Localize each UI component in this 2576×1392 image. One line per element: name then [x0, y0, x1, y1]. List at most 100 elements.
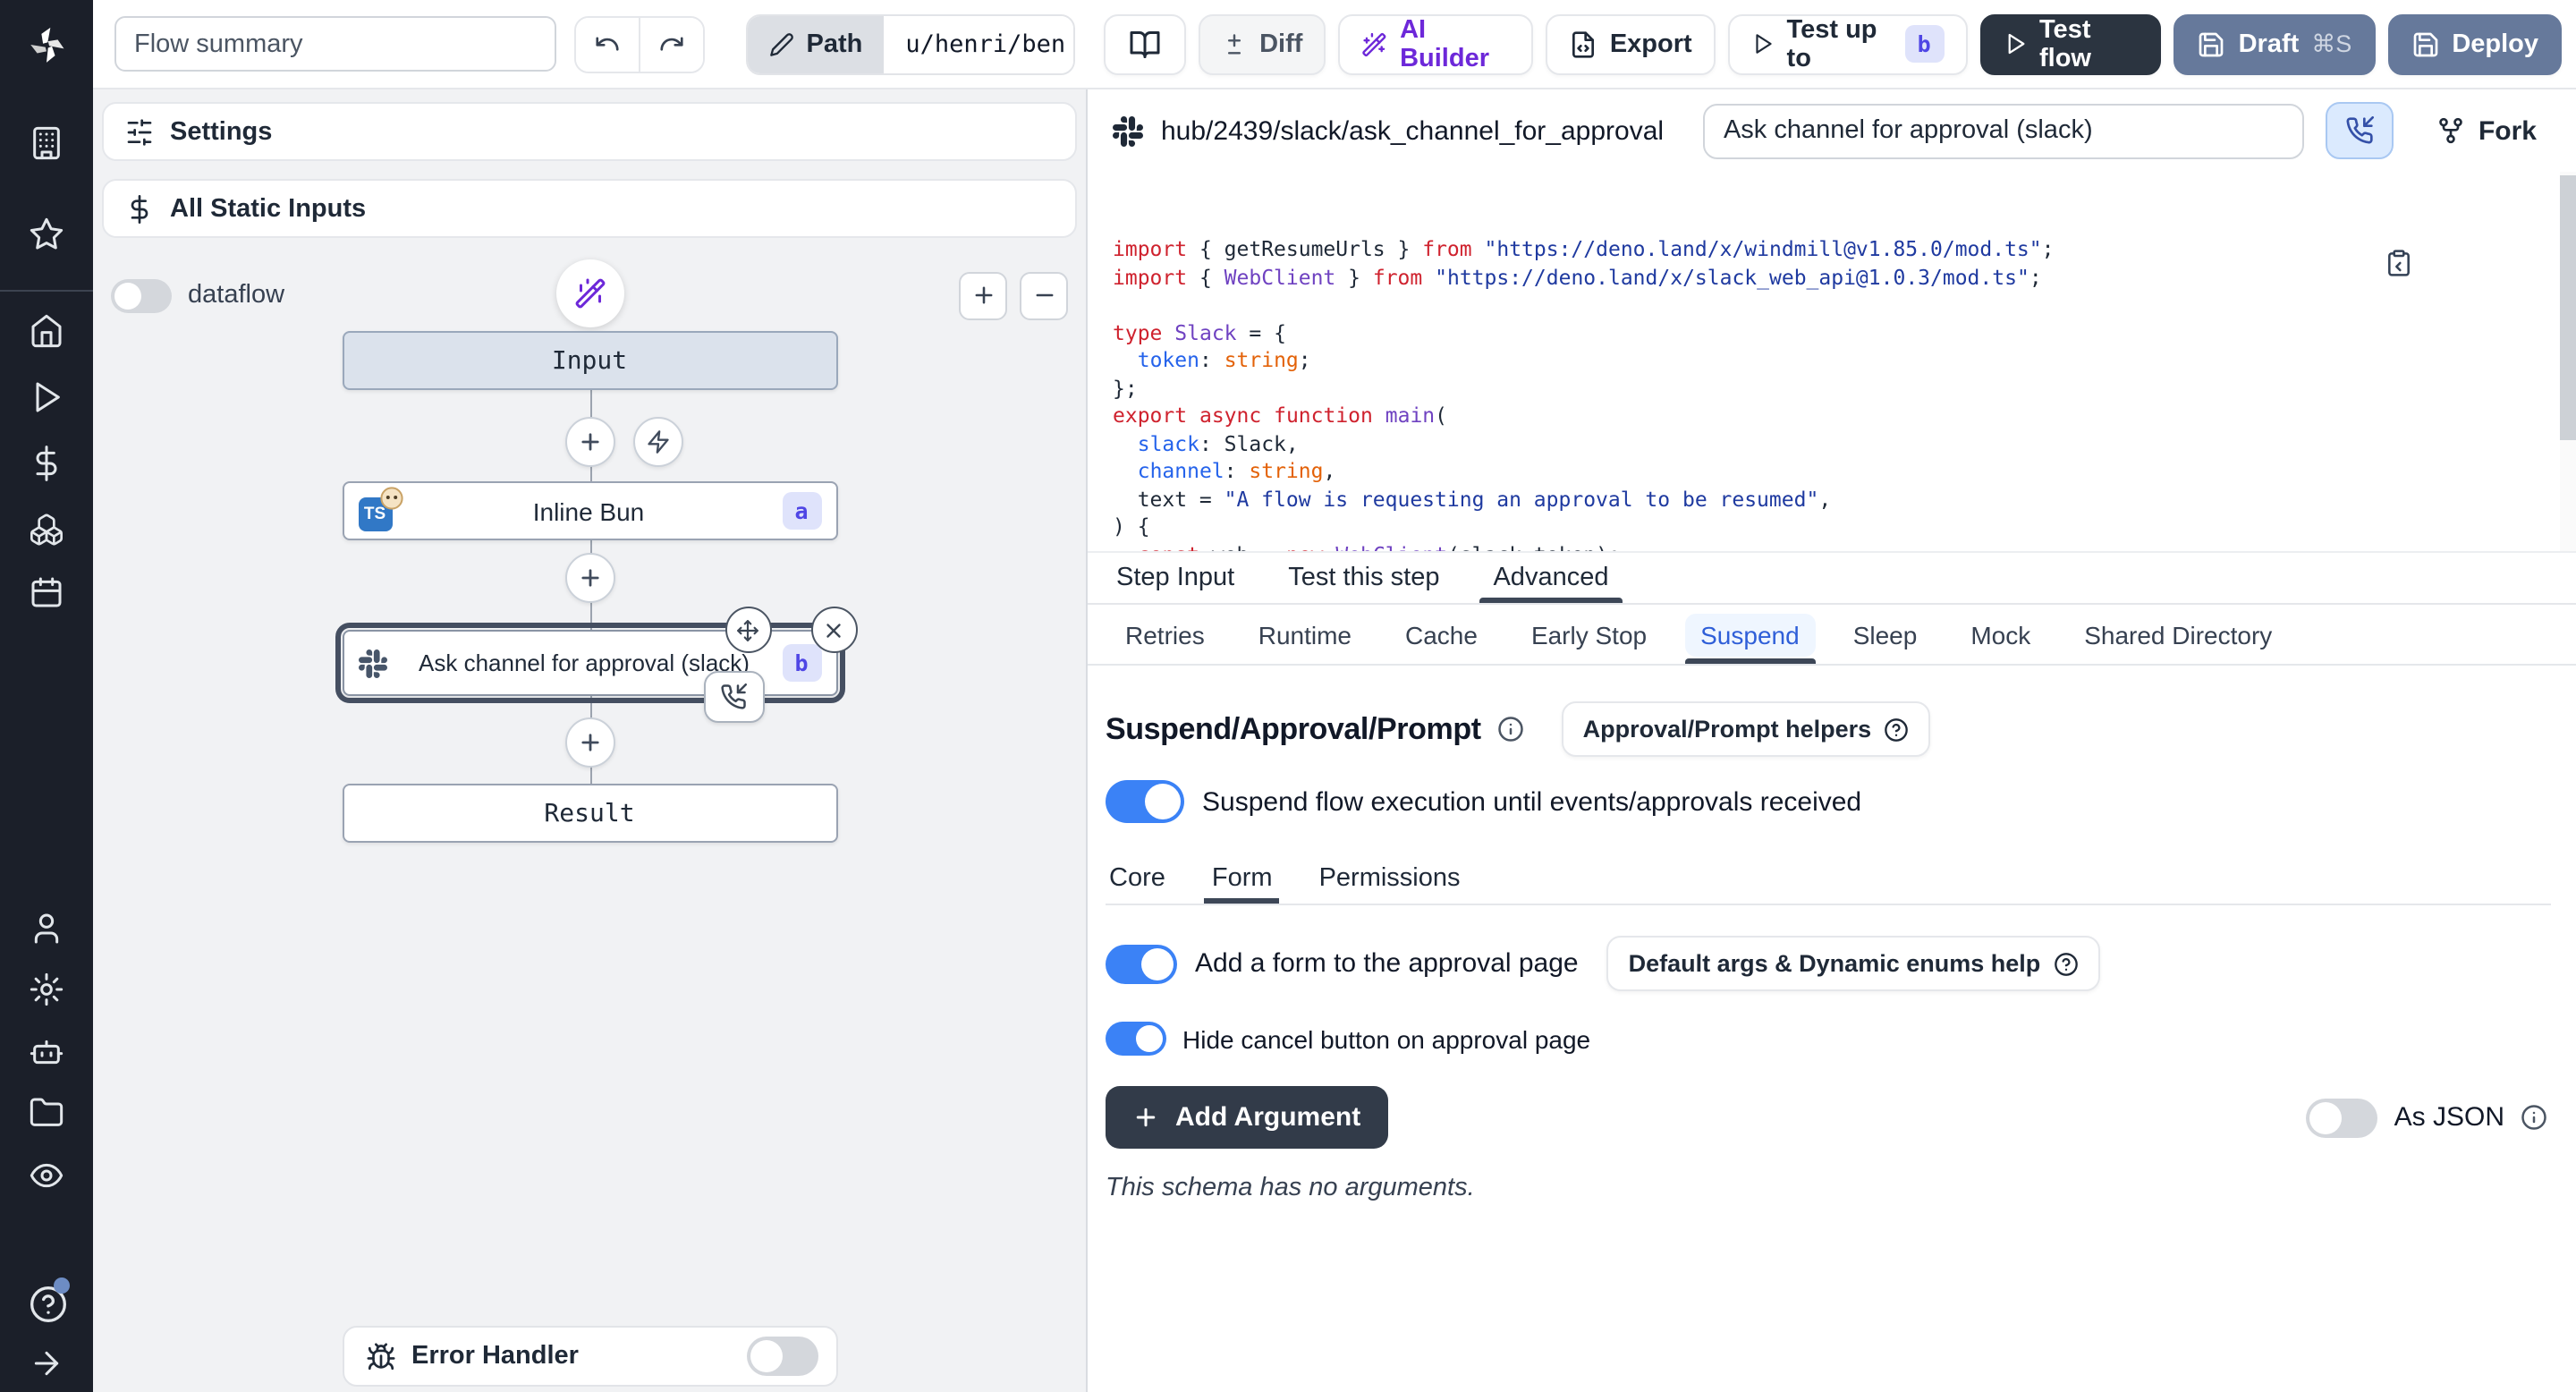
plus-icon	[1132, 1104, 1159, 1131]
undo-button[interactable]	[575, 17, 639, 71]
audit-logs-eye-icon[interactable]	[29, 1158, 64, 1193]
windmill-logo-icon[interactable]	[23, 21, 70, 68]
approval-prompt-helpers-button[interactable]: Approval/Prompt helpers	[1562, 701, 1931, 757]
flow-graph-panel: Settings All Static Inputs dataflow	[93, 89, 1088, 1392]
step-summary-input[interactable]	[1704, 103, 2305, 158]
sub-tab-early-stop[interactable]: Early Stop	[1512, 605, 1666, 664]
all-static-inputs-button[interactable]: All Static Inputs	[102, 179, 1077, 238]
play-icon	[1751, 30, 1775, 57]
add-form-toggle[interactable]	[1106, 944, 1177, 983]
step-tab-test-this-step[interactable]: Test this step	[1284, 553, 1443, 603]
home-icon[interactable]	[29, 313, 64, 349]
hub-script-path: hub/2439/slack/ask_channel_for_approval	[1161, 115, 1664, 146]
workspace-icon[interactable]	[29, 125, 64, 161]
copy-code-icon[interactable]	[2385, 193, 2533, 333]
sub-tab-retries[interactable]: Retries	[1106, 605, 1224, 664]
dataflow-label: dataflow	[188, 281, 284, 310]
dataflow-toggle[interactable]	[111, 278, 172, 312]
flow-settings-label: Settings	[170, 117, 272, 146]
code-scrollbar[interactable]	[2560, 172, 2576, 551]
error-handler-toggle[interactable]	[746, 1337, 818, 1376]
draft-shortcut: ⌘S	[2311, 30, 2351, 58]
add-argument-button[interactable]: Add Argument	[1106, 1086, 1387, 1149]
add-argument-label: Add Argument	[1175, 1102, 1360, 1133]
step-node-a[interactable]: TS Inline Bun a	[342, 481, 837, 540]
zoom-out-button[interactable]	[1020, 271, 1068, 319]
variables-icon[interactable]	[29, 446, 64, 481]
ai-builder-label: AI Builder	[1400, 15, 1510, 72]
path-value[interactable]: u/henri/ben	[884, 15, 1075, 72]
code-editor[interactable]: import { getResumeUrls } from "https://d…	[1088, 172, 2576, 553]
step-detail-panel: hub/2439/slack/ask_channel_for_approval …	[1088, 89, 2576, 1392]
default-args-help-button[interactable]: Default args & Dynamic enums help	[1607, 936, 2100, 991]
hide-cancel-toggle[interactable]	[1106, 1022, 1166, 1056]
export-button[interactable]: Export	[1546, 13, 1716, 74]
expand-sidebar-arrow-icon[interactable]	[29, 1345, 64, 1381]
runs-icon[interactable]	[29, 379, 64, 415]
sub-tab-sleep[interactable]: Sleep	[1834, 605, 1937, 664]
info-icon[interactable]	[1497, 716, 1524, 743]
ai-builder-button[interactable]: AI Builder	[1338, 13, 1532, 74]
fork-button[interactable]: Fork	[2437, 115, 2537, 146]
help-circle-icon	[2053, 951, 2078, 976]
error-handler-card[interactable]: Error Handler	[342, 1326, 837, 1387]
settings-gear-icon[interactable]	[29, 972, 64, 1007]
resources-icon[interactable]	[29, 512, 64, 547]
play-icon	[2003, 30, 2027, 57]
inner-tab-core[interactable]: Core	[1109, 853, 1165, 904]
redo-button[interactable]	[639, 17, 702, 71]
book-open-icon	[1129, 28, 1161, 60]
diff-button[interactable]: Diff	[1199, 13, 1326, 74]
inner-tab-permissions[interactable]: Permissions	[1319, 853, 1461, 904]
test-up-to-button[interactable]: Test up to b	[1728, 13, 1968, 74]
sub-tab-cache[interactable]: Cache	[1385, 605, 1497, 664]
sub-tab-shared-directory[interactable]: Shared Directory	[2064, 605, 2292, 664]
folders-icon[interactable]	[29, 1095, 64, 1131]
add-step-button-2[interactable]	[564, 553, 614, 603]
code-line: import { getResumeUrls } from "https://d…	[1113, 236, 2526, 264]
users-icon[interactable]	[29, 911, 64, 946]
deploy-button[interactable]: Deploy	[2387, 13, 2562, 74]
step-tab-step-input[interactable]: Step Input	[1113, 553, 1238, 603]
zoom-in-button[interactable]	[959, 271, 1007, 319]
suspend-indicator-button[interactable]	[2326, 102, 2394, 159]
sub-tab-suspend[interactable]: Suspend	[1681, 605, 1819, 664]
suspend-phone-badge[interactable]	[703, 671, 764, 723]
favorites-star-icon[interactable]	[29, 216, 64, 252]
flow-summary-input[interactable]	[114, 16, 555, 72]
phone-incoming-icon	[720, 683, 747, 710]
draft-button[interactable]: Draft ⌘S	[2174, 13, 2376, 74]
workers-icon[interactable]	[29, 1034, 64, 1070]
approval-prompt-helpers-label: Approval/Prompt helpers	[1583, 716, 1872, 743]
step-node-b-selected[interactable]: Ask channel for approval (slack) b	[342, 630, 837, 696]
code-scrollbar-thumb[interactable]	[2560, 175, 2576, 440]
path-button[interactable]: Path	[748, 15, 885, 72]
path-group[interactable]: Path u/henri/ben	[746, 13, 1076, 74]
add-trigger-button[interactable]	[632, 417, 682, 467]
add-step-button-3[interactable]	[564, 717, 614, 768]
file-code-icon	[1569, 30, 1597, 58]
sub-tab-runtime[interactable]: Runtime	[1239, 605, 1371, 664]
docs-button[interactable]	[1104, 13, 1186, 74]
as-json-toggle[interactable]	[2307, 1098, 2378, 1137]
test-flow-button[interactable]: Test flow	[1979, 13, 2161, 74]
code-line: token: string;	[1113, 347, 2526, 375]
step-tab-advanced[interactable]: Advanced	[1489, 553, 1612, 603]
wand-icon	[573, 277, 606, 310]
add-step-button-1[interactable]	[564, 417, 614, 467]
move-node-button[interactable]	[724, 607, 771, 653]
input-node[interactable]: Input	[342, 331, 837, 390]
suspend-flow-toggle[interactable]	[1106, 780, 1184, 823]
info-icon[interactable]	[2521, 1104, 2547, 1131]
sliders-icon	[125, 117, 154, 146]
flow-ai-wand-button[interactable]	[555, 259, 623, 327]
delete-node-button[interactable]	[810, 607, 857, 653]
schedules-icon[interactable]	[29, 574, 64, 610]
inner-tab-form[interactable]: Form	[1212, 853, 1273, 904]
flow-settings-button[interactable]: Settings	[102, 102, 1077, 161]
result-node[interactable]: Result	[342, 784, 837, 843]
code-line: const web = new WebClient(slack.token);	[1113, 541, 2526, 553]
step-tabs: Step Input Test this step Advanced	[1088, 553, 2576, 605]
left-rail	[0, 0, 93, 1392]
sub-tab-mock[interactable]: Mock	[1951, 605, 2050, 664]
